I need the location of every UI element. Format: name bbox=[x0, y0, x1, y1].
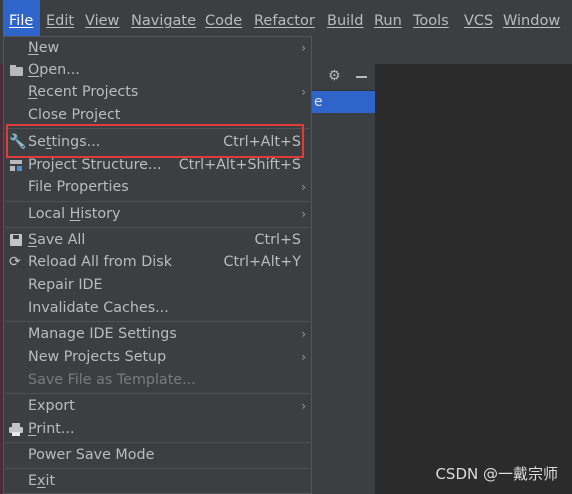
menu-item-print-label: Print... bbox=[28, 421, 75, 437]
menu-item-reload-all-label: Reload All from Disk bbox=[28, 254, 172, 270]
menu-bar: File Edit View Navigate Code Refactor Bu… bbox=[0, 0, 572, 39]
menu-edit[interactable]: Edit bbox=[46, 0, 74, 38]
tree-row-text: e bbox=[314, 94, 323, 110]
menu-separator bbox=[5, 442, 310, 443]
menu-code[interactable]: Code bbox=[205, 0, 242, 38]
menu-item-print[interactable]: Print... bbox=[4, 418, 311, 441]
submenu-arrow-icon: › bbox=[301, 41, 306, 55]
gear-icon[interactable]: ⚙ bbox=[328, 67, 342, 84]
menu-run[interactable]: Run bbox=[374, 0, 402, 38]
folder-icon bbox=[9, 63, 24, 78]
menu-item-exit[interactable]: Exit bbox=[4, 470, 311, 493]
menu-item-repair-ide[interactable]: Repair IDE bbox=[4, 274, 311, 297]
menu-item-invalidate-caches[interactable]: Invalidate Caches... bbox=[4, 297, 311, 320]
menu-separator bbox=[5, 393, 310, 394]
submenu-arrow-icon: › bbox=[301, 207, 306, 221]
submenu-arrow-icon: › bbox=[301, 85, 306, 99]
menu-item-new[interactable]: New › bbox=[4, 37, 311, 60]
menu-item-exit-label: Exit bbox=[28, 473, 56, 489]
watermark: CSDN @一戴宗师 bbox=[435, 465, 558, 483]
menu-tools[interactable]: Tools bbox=[413, 0, 449, 38]
menu-item-save-file-as-template: Save File as Template... bbox=[4, 369, 311, 392]
menu-item-reload-all[interactable]: ⟳ Reload All from Disk Ctrl+Alt+Y bbox=[4, 251, 311, 274]
reload-icon: ⟳ bbox=[9, 254, 21, 270]
menu-item-open-label: Open... bbox=[28, 62, 80, 78]
menu-navigate[interactable]: Navigate bbox=[131, 0, 196, 38]
print-icon bbox=[9, 422, 24, 437]
menu-item-local-history[interactable]: Local History › bbox=[4, 203, 311, 226]
menu-view[interactable]: View bbox=[85, 0, 119, 38]
project-panel bbox=[312, 64, 375, 494]
menu-item-save-file-as-template-label: Save File as Template... bbox=[28, 372, 196, 388]
shortcut-label: Ctrl+Alt+Y bbox=[223, 254, 302, 270]
menu-item-open[interactable]: Open... bbox=[4, 59, 311, 82]
menu-item-save-all-label: Save All bbox=[28, 232, 86, 248]
submenu-arrow-icon: › bbox=[301, 350, 306, 364]
shortcut-label: Ctrl+S bbox=[254, 232, 302, 248]
minimize-icon[interactable] bbox=[356, 76, 367, 78]
menu-item-new-projects-setup-label: New Projects Setup bbox=[28, 349, 167, 365]
menu-item-export[interactable]: Export › bbox=[4, 395, 311, 418]
menu-separator bbox=[5, 468, 310, 469]
menu-item-recent-projects[interactable]: Recent Projects › bbox=[4, 81, 311, 104]
menu-item-recent-projects-label: Recent Projects bbox=[28, 84, 139, 100]
submenu-arrow-icon: › bbox=[301, 180, 306, 194]
submenu-arrow-icon: › bbox=[301, 327, 306, 341]
menu-separator bbox=[5, 321, 310, 322]
menu-vcs[interactable]: VCS bbox=[464, 0, 493, 38]
menu-item-power-save-mode-label: Power Save Mode bbox=[28, 447, 155, 463]
menu-item-invalidate-caches-label: Invalidate Caches... bbox=[28, 300, 169, 316]
settings-highlight-box bbox=[6, 124, 304, 158]
project-structure-icon bbox=[9, 158, 24, 173]
menu-item-power-save-mode[interactable]: Power Save Mode bbox=[4, 444, 311, 467]
menu-refactor[interactable]: Refactor bbox=[254, 0, 315, 38]
file-menu-dropdown: New › Open... Recent Projects › Close Pr… bbox=[3, 36, 312, 494]
menu-item-file-properties[interactable]: File Properties › bbox=[4, 176, 311, 199]
menu-file[interactable]: File bbox=[3, 0, 40, 38]
menu-item-manage-ide-settings[interactable]: Manage IDE Settings › bbox=[4, 323, 311, 346]
menu-item-save-all[interactable]: Save All Ctrl+S bbox=[4, 229, 311, 252]
submenu-arrow-icon: › bbox=[301, 399, 306, 413]
menu-item-new-label: New bbox=[28, 40, 60, 56]
menu-separator bbox=[5, 227, 310, 228]
menu-item-export-label: Export bbox=[28, 398, 75, 414]
save-icon bbox=[9, 233, 24, 248]
menu-build[interactable]: Build bbox=[327, 0, 363, 38]
menu-item-file-properties-label: File Properties bbox=[28, 179, 129, 195]
menu-item-new-projects-setup[interactable]: New Projects Setup › bbox=[4, 346, 311, 369]
menu-item-repair-ide-label: Repair IDE bbox=[28, 277, 103, 293]
menu-window[interactable]: Window bbox=[503, 0, 560, 38]
editor-area bbox=[375, 64, 572, 494]
menu-separator bbox=[5, 201, 310, 202]
menu-item-local-history-label: Local History bbox=[28, 206, 121, 222]
menu-item-manage-ide-settings-label: Manage IDE Settings bbox=[28, 326, 177, 342]
